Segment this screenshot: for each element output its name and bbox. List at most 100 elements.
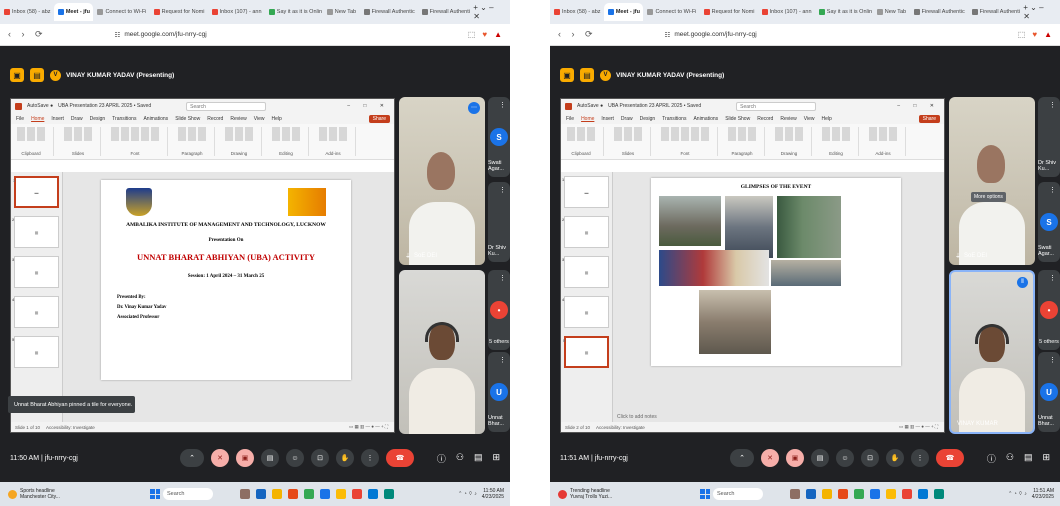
tune-icon[interactable]: ☷ — [665, 31, 671, 39]
participant-side-tile[interactable]: ⋮ • 5 others — [1038, 270, 1060, 350]
layout-button[interactable]: ▤ — [580, 68, 594, 82]
present-screen-icon[interactable]: ⊡ — [311, 449, 329, 467]
ppt-menu-item[interactable]: Record — [757, 116, 773, 122]
ppt-menu-item[interactable]: Insert — [51, 116, 64, 122]
ppt-search[interactable]: Search — [736, 101, 817, 111]
ribbon-buttons[interactable] — [272, 127, 300, 141]
ribbon-buttons[interactable] — [661, 127, 709, 141]
extension-icon[interactable]: ⬚ — [468, 30, 476, 39]
ppt-menu-item[interactable]: Review — [780, 116, 796, 122]
app-icon[interactable] — [256, 489, 266, 499]
more-options-icon[interactable]: ⋮ — [1049, 356, 1056, 364]
ppt-menu-item[interactable]: Design — [640, 116, 656, 122]
brave-icon[interactable]: ♥ — [1032, 30, 1037, 39]
ribbon-buttons[interactable] — [64, 127, 92, 141]
ppt-menu-item[interactable]: Help — [271, 116, 281, 122]
participant-side-tile[interactable]: ⋮ S Swati Agar... — [488, 97, 510, 177]
ribbon-group[interactable]: Editing — [272, 127, 309, 156]
ppt-menu-item[interactable]: Home — [31, 116, 44, 122]
captions-icon[interactable]: ▤ — [811, 449, 829, 467]
warning-icon[interactable]: ▲ — [494, 30, 502, 39]
browser-tab[interactable]: Inbox (107) - ann — [208, 3, 265, 21]
app-icon[interactable] — [934, 489, 944, 499]
ribbon-buttons[interactable] — [319, 127, 347, 141]
ribbon-group[interactable]: Drawing — [225, 127, 262, 156]
browser-tab[interactable]: Request for Nomi — [700, 3, 758, 21]
more-options-icon[interactable]: ⋮ — [1049, 101, 1056, 109]
ribbon-group[interactable]: Clipboard — [567, 127, 604, 156]
ribbon-buttons[interactable] — [728, 127, 756, 141]
ribbon-buttons[interactable] — [775, 127, 803, 141]
leave-call-button[interactable]: ☎ — [386, 449, 414, 467]
ppt-doc-title[interactable]: UBA Presentation 23 APRIL 2025 • Saved — [608, 103, 701, 109]
slide-thumb[interactable]: 5 ▦ — [12, 336, 59, 368]
ppt-menu-item[interactable]: Slide Show — [725, 116, 750, 122]
raise-hand-icon[interactable]: ✋ — [886, 449, 904, 467]
ribbon-buttons[interactable] — [822, 127, 850, 141]
tune-icon[interactable]: ☷ — [115, 31, 121, 39]
browser-tab[interactable]: Say it as it is Onlin — [265, 3, 323, 21]
present-button[interactable]: ▣ — [560, 68, 574, 82]
ribbon-group[interactable]: Clipboard — [17, 127, 54, 156]
url-field[interactable]: ☷ meet.google.com/jfu-nrry-cgj — [115, 31, 207, 39]
more-options-icon[interactable]: ⋯ — [468, 102, 480, 114]
windows-start-icon[interactable] — [150, 489, 160, 499]
ribbon-buttons[interactable] — [869, 127, 897, 141]
slide-thumb[interactable]: 2 ▦ — [12, 216, 59, 248]
edge-icon[interactable] — [320, 489, 330, 499]
ribbon-buttons[interactable] — [225, 127, 253, 141]
browser-tab[interactable]: Inbox (58) - abz — [0, 3, 54, 21]
browser-tab[interactable]: Inbox (58) - abz — [550, 3, 604, 21]
chat-icon[interactable]: ▤ — [1024, 452, 1033, 465]
clock-date[interactable]: 4/23/2025 — [1032, 494, 1054, 500]
present-button[interactable]: ▣ — [10, 68, 24, 82]
ppt-menu-item[interactable]: Record — [207, 116, 223, 122]
ppt-menu-item[interactable]: Draw — [621, 116, 633, 122]
mic-button[interactable]: ⌃ — [180, 449, 204, 467]
ribbon-group[interactable]: Font — [661, 127, 718, 156]
browser-tab[interactable]: Firewall Authenti — [968, 3, 1024, 21]
ppt-menu-item[interactable]: Help — [821, 116, 831, 122]
search-box[interactable]: Search — [713, 488, 763, 500]
people-icon[interactable]: ⚇ — [1006, 452, 1014, 465]
ppt-menu-item[interactable]: File — [566, 116, 574, 122]
ribbon-buttons[interactable] — [567, 127, 595, 141]
more-options-icon[interactable]: ⋮ — [499, 101, 506, 109]
share-button[interactable]: Share — [918, 114, 940, 123]
zoom-slider[interactable]: ▭ ▦ ▥ — ● — + ⛶ — [349, 424, 394, 430]
browser-tab[interactable]: Inbox (107) - ann — [758, 3, 815, 21]
captions-icon[interactable]: ▤ — [261, 449, 279, 467]
taskbar-search[interactable]: Search — [150, 488, 213, 500]
ppt-menu-item[interactable]: Animations — [143, 116, 168, 122]
ppt-menu-item[interactable]: Insert — [601, 116, 614, 122]
slide-thumb[interactable]: 4 ▦ — [562, 296, 609, 328]
slide-thumb[interactable]: 1 ▬ — [13, 176, 59, 208]
participant-side-tile[interactable]: ⋮ U Unnat Bhar... — [488, 352, 510, 432]
presenter-chip[interactable]: V VINAY KUMAR YADAV (Presenting) — [600, 69, 724, 81]
ppt-menu-item[interactable]: Transitions — [662, 116, 686, 122]
ribbon-group[interactable]: Slides — [64, 127, 101, 156]
browser-tab[interactable]: Connect to Wi-Fi — [93, 3, 149, 21]
people-icon[interactable]: ⚇ — [456, 452, 464, 465]
ribbon-group[interactable]: Drawing — [775, 127, 812, 156]
participant-tile-vinay[interactable] — [399, 270, 485, 434]
browser-tab[interactable]: Firewall Authenti — [418, 3, 474, 21]
slide-thumb[interactable]: 3 ▦ — [562, 256, 609, 288]
accessibility-status[interactable]: Accessibility: Investigate — [46, 425, 95, 430]
ppt-menu-item[interactable]: Slide Show — [175, 116, 200, 122]
browser-tab[interactable]: Firewall Authentic — [910, 3, 968, 21]
ribbon-group[interactable]: Font — [111, 127, 168, 156]
more-options-icon[interactable]: ⋮ — [361, 449, 379, 467]
slide-thumb[interactable]: 4 ▦ — [12, 296, 59, 328]
emoji-icon[interactable]: ☺ — [836, 449, 854, 467]
ppt-menu-item[interactable]: View — [804, 116, 815, 122]
browser-tab[interactable]: New Tab — [323, 3, 360, 21]
warning-icon[interactable]: ▲ — [1044, 30, 1052, 39]
ppt-menu-item[interactable]: File — [16, 116, 24, 122]
participant-side-tile[interactable]: ⋮ Dr Shiv Ku... — [1038, 97, 1060, 177]
info-icon[interactable]: ⓘ — [437, 452, 446, 465]
notes-placeholder[interactable]: Click to add notes — [617, 414, 657, 420]
app-icon[interactable] — [790, 489, 800, 499]
browser-tab[interactable]: Meet - jfu — [53, 3, 94, 21]
chrome-icon[interactable] — [854, 489, 864, 499]
